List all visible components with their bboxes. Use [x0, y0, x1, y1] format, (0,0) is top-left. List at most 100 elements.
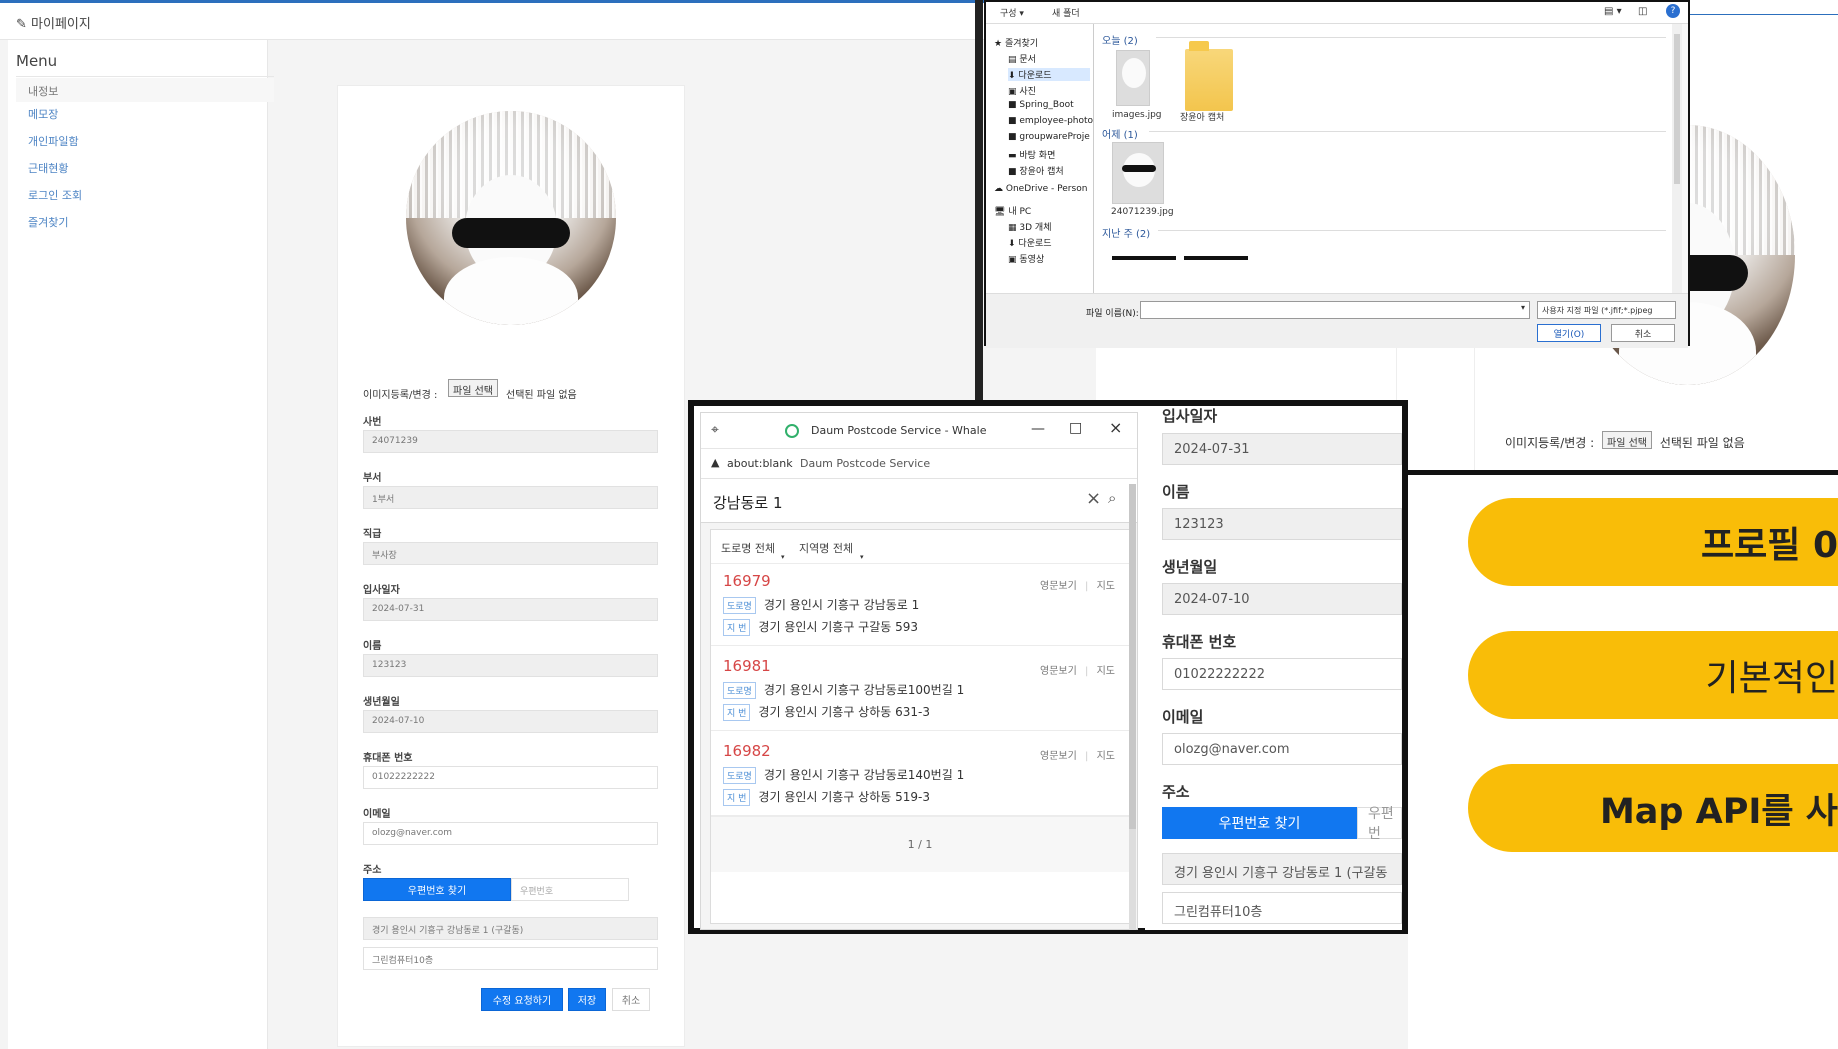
tree-item-documents[interactable]: ▤ 문서 [1008, 52, 1036, 65]
image-file-name-1[interactable]: images.jpg [1112, 110, 1162, 120]
request-edit-button[interactable]: 수정 요청하기 [481, 988, 563, 1011]
large-email-field[interactable]: olozg@naver.com [1162, 733, 1402, 765]
large-address-field[interactable]: 경기 용인시 기흥구 강남동로 1 (구갈동 [1162, 853, 1402, 885]
tree-item-downloads-selected[interactable]: ⬇ 다운로드 [1008, 68, 1090, 81]
birth-date-field[interactable]: 2024-07-10 [363, 710, 658, 733]
hire-date-field[interactable]: 2024-07-31 [363, 598, 658, 621]
tree-item-3d[interactable]: ▦ 3D 개체 [1008, 220, 1051, 233]
result-1-road-line[interactable]: 도로명 경기 용인시 기흥구 강남동로 1 [723, 596, 919, 614]
position-field[interactable]: 부사장 [363, 542, 658, 565]
image-upload-label: 이미지등록/변경 : [363, 390, 438, 401]
result-1-map[interactable]: 지도 [1097, 581, 1115, 592]
save-button[interactable]: 저장 [568, 988, 606, 1011]
result-3-map[interactable]: 지도 [1097, 751, 1115, 762]
open-button[interactable]: 열기(O) [1537, 324, 1601, 342]
result-3-road-line[interactable]: 도로명 경기 용인시 기흥구 강남동로140번길 1 [723, 766, 964, 784]
postcode-field[interactable]: 우편번호 [511, 878, 629, 901]
image-file-thumbnail-2[interactable] [1112, 142, 1164, 204]
file-dialog-cancel-button[interactable]: 취소 [1611, 324, 1675, 342]
large-hire-date-field[interactable]: 2024-07-31 [1162, 433, 1402, 465]
folder-capture-name[interactable]: 장윤아 캡처 [1180, 110, 1224, 123]
file-type-select[interactable]: 사용자 지정 파일 (*.jfif;*.pjpeg [1537, 301, 1676, 319]
folder-capture[interactable] [1185, 41, 1233, 111]
sidebar-item-login-history[interactable]: 로그인 조회 [28, 187, 82, 203]
image-file-name-2[interactable]: 24071239.jpg [1111, 207, 1174, 217]
tree-item-onedrive[interactable]: ☁ OneDrive - Person [994, 184, 1087, 194]
result-2-jibun[interactable]: 경기 용인시 기흥구 상하동 631-3 [758, 705, 930, 719]
result-3-road[interactable]: 경기 용인시 기흥구 강남동로140번길 1 [764, 768, 964, 782]
result-2-road[interactable]: 경기 용인시 기흥구 강남동로100번길 1 [764, 683, 964, 697]
filename-dropdown-icon[interactable]: ▾ [1521, 303, 1525, 312]
screenshot-divider-vertical [975, 0, 983, 405]
filter-road-all[interactable]: 도로명 전체 [721, 540, 775, 556]
tree-item-spring-boot[interactable]: ■ Spring_Boot [1008, 100, 1074, 110]
clear-search-icon[interactable]: × [1086, 488, 1101, 509]
large-postcode-field[interactable]: 우편번 [1357, 806, 1402, 842]
tree-item-downloads[interactable]: ⬇ 다운로드 [1008, 236, 1052, 249]
maximize-icon[interactable]: □ [1069, 420, 1082, 436]
popup-url[interactable]: about:blank [727, 457, 793, 470]
tree-item-capture-folder[interactable]: ■ 장윤아 캡처 [1008, 164, 1064, 177]
phone-field[interactable]: 01022222222 [363, 766, 658, 789]
department-field[interactable]: 1부서 [363, 486, 658, 509]
filename-input[interactable] [1140, 301, 1530, 319]
pane-icon[interactable]: ◫ [1638, 6, 1647, 17]
result-1-english[interactable]: 영문보기 [1040, 581, 1077, 592]
help-icon[interactable]: ? [1666, 4, 1680, 18]
search-icon[interactable]: ⌕ [1108, 489, 1116, 507]
sidebar-item-my-info[interactable]: 내정보 [28, 83, 58, 99]
content-scroll-thumb[interactable] [1674, 34, 1680, 184]
banner-map-api: Map API를 사 [1468, 764, 1838, 852]
large-detail-address-field[interactable]: 그린컴퓨터10층 [1162, 892, 1402, 924]
postcode-search-button[interactable]: 우편번호 찾기 [363, 878, 511, 901]
file-content-area: 오늘 (2) images.jpg 장윤아 캡처 어제 (1) 24071239… [1094, 24, 1682, 293]
pin-icon[interactable]: ⌖ [711, 422, 719, 438]
popup-scroll-thumb[interactable] [1129, 484, 1136, 829]
result-3-jibun-line[interactable]: 지 번 경기 용인시 기흥구 상하동 519-3 [723, 788, 930, 806]
filter-area-all[interactable]: 지역명 전체 [799, 540, 853, 556]
tree-item-videos[interactable]: ▣ 동영상 [1008, 252, 1044, 265]
tree-item-favorites[interactable]: ★ 즐겨찾기 [994, 36, 1038, 49]
image-file-thumbnail-1[interactable] [1116, 50, 1150, 106]
cancel-button[interactable]: 취소 [612, 988, 650, 1011]
close-window-icon[interactable]: × [1109, 418, 1122, 437]
tree-item-employee-photo[interactable]: ■ employee-photo [1008, 116, 1093, 126]
tree-item-desktop[interactable]: ▬ 바탕 화면 [1008, 148, 1055, 161]
tree-item-this-pc[interactable]: 🖥 내 PC [994, 204, 1031, 217]
detail-address-field[interactable]: 그린컴퓨터10층 [363, 947, 658, 970]
name-field[interactable]: 123123 [363, 654, 658, 677]
employee-id-field[interactable]: 24071239 [363, 430, 658, 453]
result-1-jibun[interactable]: 경기 용인시 기흥구 구갈동 593 [758, 620, 918, 634]
result-separator-2 [711, 730, 1129, 731]
large-postcode-search-button[interactable]: 우편번호 찾기 [1162, 807, 1357, 839]
result-3-jibun[interactable]: 경기 용인시 기흥구 상하동 519-3 [758, 790, 930, 804]
result-2-jibun-line[interactable]: 지 번 경기 용인시 기흥구 상하동 631-3 [723, 703, 930, 721]
new-folder-button[interactable]: 새 폴더 [1052, 6, 1080, 19]
address-field[interactable]: 경기 용인시 기흥구 강남동로 1 (구갈동) [363, 917, 658, 940]
result-3-postcode[interactable]: 16982 [723, 742, 771, 760]
result-3-english[interactable]: 영문보기 [1040, 751, 1077, 762]
sidebar-item-memo[interactable]: 메모장 [28, 106, 58, 122]
result-2-postcode[interactable]: 16981 [723, 657, 771, 675]
result-1-road[interactable]: 경기 용인시 기흥구 강남동로 1 [764, 598, 919, 612]
sidebar-item-personal-files[interactable]: 개인파일함 [28, 133, 79, 149]
organize-menu[interactable]: 구성 ▾ [1000, 6, 1024, 19]
sidebar-item-favorites[interactable]: 즐겨찾기 [28, 214, 68, 230]
result-2-map[interactable]: 지도 [1097, 666, 1115, 677]
postcode-search-input[interactable]: 강남동로 1 [713, 492, 783, 513]
result-2-english[interactable]: 영문보기 [1040, 666, 1077, 677]
large-name-field[interactable]: 123123 [1162, 508, 1402, 540]
large-phone-field[interactable]: 01022222222 [1162, 658, 1402, 690]
result-2-road-line[interactable]: 도로명 경기 용인시 기흥구 강남동로100번길 1 [723, 681, 964, 699]
right-file-select-button[interactable]: 파일 선택 [1602, 431, 1652, 449]
file-select-button[interactable]: 파일 선택 [448, 379, 498, 397]
tree-item-groupware[interactable]: ■ groupwareProje [1008, 132, 1090, 142]
tree-item-pictures[interactable]: ▣ 사진 [1008, 84, 1036, 97]
email-field[interactable]: olozg@naver.com [363, 822, 658, 845]
result-1-jibun-line[interactable]: 지 번 경기 용인시 기흥구 구갈동 593 [723, 618, 918, 636]
result-1-postcode[interactable]: 16979 [723, 572, 771, 590]
sidebar-item-attendance[interactable]: 근태현황 [28, 160, 68, 176]
large-birth-date-field[interactable]: 2024-07-10 [1162, 583, 1402, 615]
view-icon[interactable]: ▤ ▾ [1604, 6, 1622, 17]
minimize-icon[interactable]: — [1031, 421, 1045, 437]
